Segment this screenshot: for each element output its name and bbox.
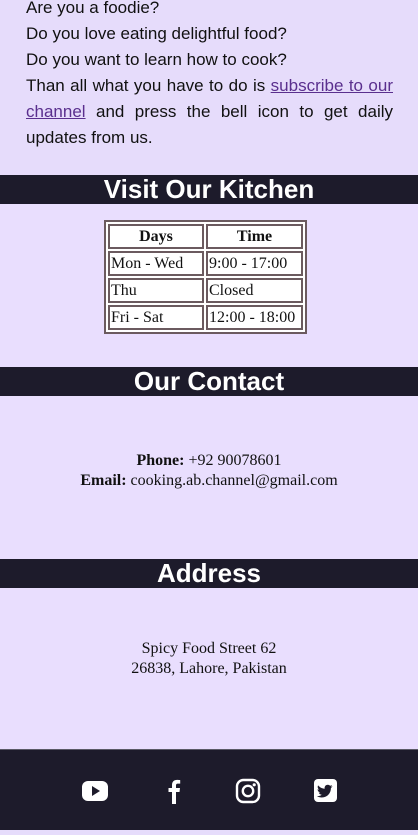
table-header-days: Days (108, 224, 204, 249)
phone-line: Phone: +92 90078601 (0, 451, 418, 471)
intro-text-before: Than all what you have to do is (26, 76, 271, 95)
kitchen-heading: Visit Our Kitchen (0, 175, 418, 204)
email-label: Email: (80, 472, 127, 489)
table-cell-days: Thu (108, 278, 204, 303)
intro-line-3: Do you want to learn how to cook? (26, 50, 287, 69)
table-header-row: Days Time (108, 224, 303, 249)
twitter-icon[interactable] (311, 778, 339, 804)
table-cell-days: Fri - Sat (108, 305, 204, 330)
intro-paragraph: Than all what you have to do is subscrib… (26, 73, 393, 151)
address-line-2: 26838, Lahore, Pakistan (131, 660, 287, 677)
contact-heading: Our Contact (0, 367, 418, 396)
address-heading: Address (0, 559, 418, 588)
table-row: Fri - Sat 12:00 - 18:00 (108, 305, 303, 330)
footer (0, 749, 418, 830)
address-line-1: Spicy Food Street 62 (141, 640, 277, 657)
intro-section: Are you a foodie? Do you love eating del… (0, 0, 418, 175)
phone-value: +92 90078601 (184, 452, 282, 469)
kitchen-section: Days Time Mon - Wed 9:00 - 17:00 Thu Clo… (0, 204, 418, 367)
table-header-time: Time (206, 224, 303, 249)
email-value: cooking.ab.channel@gmail.com (126, 472, 338, 489)
address-section: Spicy Food Street 62 26838, Lahore, Paki… (0, 588, 418, 751)
address-block: Spicy Food Street 62 26838, Lahore, Paki… (0, 639, 418, 679)
table-row: Thu Closed (108, 278, 303, 303)
table-cell-time: 9:00 - 17:00 (206, 251, 303, 276)
youtube-icon[interactable] (81, 778, 109, 804)
intro-line-1: Are you a foodie? (26, 0, 160, 17)
table-cell-time: Closed (206, 278, 303, 303)
intro-line-2: Do you love eating delightful food? (26, 24, 287, 43)
phone-label: Phone: (136, 452, 185, 469)
email-line: Email: cooking.ab.channel@gmail.com (0, 471, 418, 491)
facebook-icon[interactable] (160, 778, 188, 804)
instagram-icon[interactable] (234, 778, 262, 804)
table-cell-time: 12:00 - 18:00 (206, 305, 303, 330)
opening-hours-table: Days Time Mon - Wed 9:00 - 17:00 Thu Clo… (104, 220, 307, 334)
contact-block: Phone: +92 90078601 Email: cooking.ab.ch… (0, 451, 418, 491)
table-cell-days: Mon - Wed (108, 251, 204, 276)
contact-section: Phone: +92 90078601 Email: cooking.ab.ch… (0, 396, 418, 559)
table-row: Mon - Wed 9:00 - 17:00 (108, 251, 303, 276)
